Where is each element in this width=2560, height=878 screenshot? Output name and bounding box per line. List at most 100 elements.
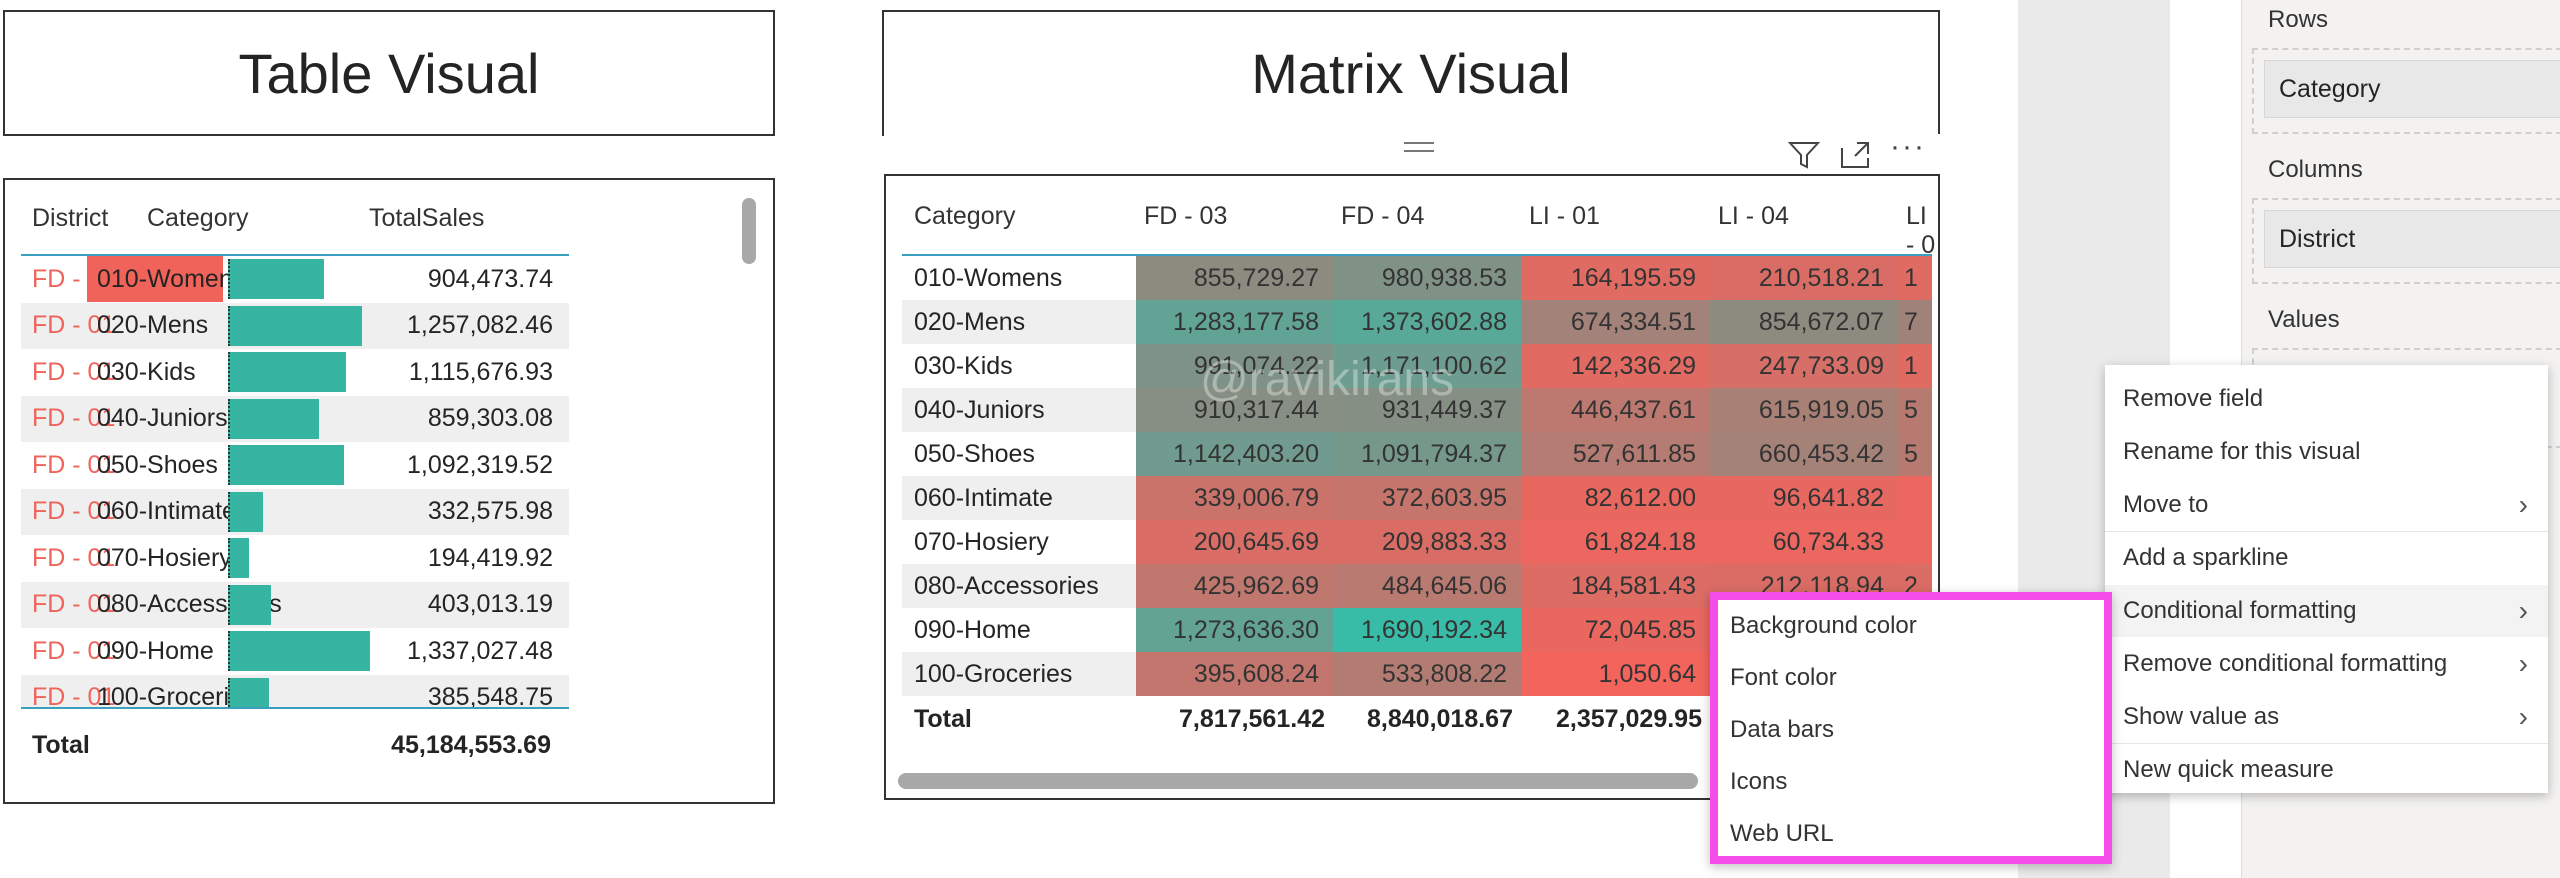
column-header[interactable]: FD - 04 [1341,202,1424,231]
matrix-row[interactable]: 020-Mens 1,283,177.58 1,373,602.88 674,334.… [902,300,1932,344]
focus-mode-icon[interactable] [1839,140,1871,170]
value-text: 209,883.33 [1381,527,1507,556]
value-text: 1 [1904,263,1918,292]
total-row: Total 45,184,553.69 [5,709,773,802]
rows-field-pill[interactable]: Category [2264,60,2560,118]
horizontal-scrollbar[interactable] [898,773,1698,789]
column-header-totalsales[interactable]: TotalSales [369,204,484,233]
category-cell: 090-Home [914,615,1031,644]
matrix-row[interactable]: 050-Shoes 1,142,403.20 1,091,794.37 527,611… [902,432,1932,476]
menu-item-label: Move to [2123,491,2209,518]
matrix-row[interactable]: 010-Womens 855,729.27 980,938.53 164,195.59… [902,256,1932,300]
value-cell: 395,608.24 [1136,652,1333,696]
value-text: 72,045.85 [1584,615,1696,644]
category-text: 060-Intimate [97,497,236,525]
value-cell: 1 [1898,256,1932,300]
menu-item-label: Remove conditional formatting [2123,650,2448,677]
menu-item-remove-conditional-formatting[interactable]: Remove conditional formatting › [2105,638,2548,690]
category-cell: 090-Home [87,628,223,674]
table-row[interactable]: FD - 01 080-Accessories 403,013.19 [21,581,569,628]
row-header-category[interactable]: Category [914,202,1015,231]
sales-cell: 1,092,319.52 [407,450,553,479]
value-cell: 60,734.33 [1710,520,1898,564]
matrix-row[interactable]: 060-Intimate 339,006.79 372,603.95 82,612.0… [902,476,1932,520]
menu-item-label: Remove field [2123,385,2264,412]
value-text: 7 [1904,307,1918,336]
value-cell: 1,373,602.88 [1333,300,1521,344]
value-text: 60,734.33 [1772,527,1884,556]
column-header[interactable]: LI - 04 [1718,202,1789,231]
sales-cell: 859,303.08 [427,404,553,432]
chevron-right-icon: › [2518,701,2528,732]
total-value: 7,817,561.42 [1179,704,1325,733]
column-header[interactable]: LI - 0 [1906,202,1938,260]
value-text: 5 [1904,439,1918,468]
category-cell: 030-Kids [87,349,223,395]
submenu-item-background-color[interactable]: Background color [1718,600,2104,652]
total-value: 2,357,029.95 [1556,704,1702,733]
columns-well[interactable]: District [2252,198,2560,284]
category-text: 090-Home [97,636,214,665]
value-cell: 5 [1898,388,1932,432]
filter-icon[interactable] [1788,140,1820,170]
menu-item-show-value-as[interactable]: Show value as › [2105,691,2548,743]
column-header-category[interactable]: Category [147,204,248,233]
chevron-right-icon: › [2518,489,2528,520]
drag-handle-icon[interactable] [1404,142,1434,152]
value-cell: 855,729.27 [1136,256,1333,300]
submenu-item-font-color[interactable]: Font color [1718,652,2104,704]
value-cell: 247,733.09 [1710,344,1898,388]
value-cell: 5 [1898,432,1932,476]
table-row[interactable]: FD - 01 020-Mens 1,257,082.46 [21,302,569,349]
table-row[interactable]: FD - 01 040-Juniors 859,303.08 [21,395,569,442]
submenu-item-web-url[interactable]: Web URL [1718,808,2104,860]
table-row[interactable]: FD - 01 030-Kids 1,115,676.93 [21,349,569,395]
value-cell: 184,581.43 [1521,564,1710,608]
title-text: Matrix Visual [1251,41,1571,105]
vertical-scrollbar[interactable] [742,198,756,264]
menu-item-remove-field[interactable]: Remove field [2105,373,2548,425]
value-cell: 854,672.07 [1710,300,1898,344]
value-text: 247,733.09 [1758,351,1884,380]
value-text: 854,672.07 [1758,307,1884,336]
columns-field-pill[interactable]: District [2264,210,2560,268]
column-header-district[interactable]: District [32,204,108,233]
chevron-right-icon: › [2518,648,2528,679]
value-cell: 615,919.05 [1710,388,1898,432]
value-text: 339,006.79 [1193,483,1319,512]
matrix-row[interactable]: 070-Hosiery 200,645.69 209,883.33 61,824.18… [902,520,1932,564]
value-cell: 1,283,177.58 [1136,300,1333,344]
menu-item-add-a-sparkline[interactable]: Add a sparkline [2105,532,2548,584]
value-cell: 1,050.64 [1521,652,1710,696]
value-cell: 446,437.61 [1521,388,1710,432]
category-text: 040-Juniors [97,404,228,432]
category-text: 050-Shoes [97,450,218,479]
category-cell: 030-Kids [914,351,1013,380]
table-row[interactable]: FD - 01 070-Hosiery 194,419.92 [21,535,569,581]
table-row[interactable]: FD - 01 090-Home 1,337,027.48 [21,628,569,674]
table-row[interactable]: FD - 01 050-Shoes 1,092,319.52 [21,442,569,488]
table-visual[interactable]: District Category TotalSales FD - 01 010-… [3,178,775,804]
value-text: 980,938.53 [1381,263,1507,292]
table-row[interactable]: FD - 01 060-Intimate 332,575.98 [21,488,569,535]
menu-item-move-to[interactable]: Move to › [2105,479,2548,531]
menu-item-label: Rename for this visual [2123,438,2361,465]
category-cell: 020-Mens [914,307,1026,336]
submenu-item-data-bars[interactable]: Data bars [1718,704,2104,756]
menu-item-rename-for-this-visual[interactable]: Rename for this visual [2105,426,2548,478]
more-options-icon[interactable]: ··· [1890,130,1926,164]
table-row[interactable]: FD - 01 010-Womens 904,473.74 [21,256,569,302]
value-cell: 484,645.06 [1333,564,1521,608]
column-header[interactable]: FD - 03 [1144,202,1227,231]
data-bar [228,352,347,392]
submenu-item-icons[interactable]: Icons [1718,756,2104,808]
menu-item-new-quick-measure[interactable]: New quick measure [2105,744,2548,796]
value-text: 1,283,177.58 [1173,307,1319,336]
submenu-item-label: Data bars [1730,716,1835,743]
menu-item-conditional-formatting[interactable]: Conditional formatting › [2105,585,2548,637]
total-value: 45,184,553.69 [391,731,551,759]
value-cell: 660,453.42 [1710,432,1898,476]
rows-well[interactable]: Category [2252,48,2560,134]
column-header[interactable]: LI - 01 [1529,202,1600,231]
value-cell: 533,808.22 [1333,652,1521,696]
